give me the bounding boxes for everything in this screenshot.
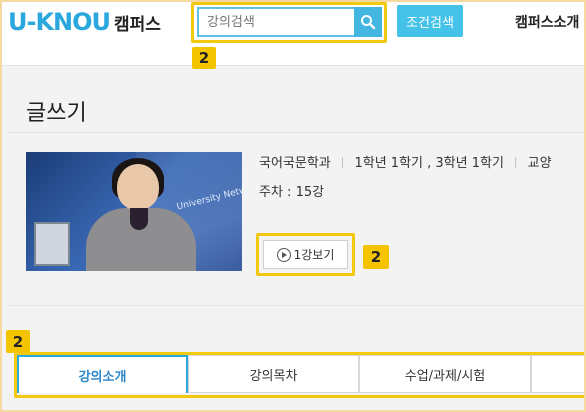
course-category: 교양	[527, 156, 552, 171]
thumbnail-lecturer-face	[117, 164, 159, 210]
play-label: 1강보기	[293, 248, 335, 262]
course-department: 국어국문학과	[259, 156, 331, 171]
annotation-badge-search: 2	[192, 47, 216, 69]
search-input[interactable]	[197, 7, 355, 37]
course-title: 글쓰기	[26, 101, 87, 126]
play-circle-icon	[276, 247, 291, 262]
site-logo[interactable]: U-KNOU 캠퍼스	[8, 8, 161, 36]
tab-more[interactable]	[531, 355, 586, 393]
divider	[8, 132, 586, 133]
course-weeks: 주차 : 15강	[259, 185, 325, 200]
nav-campus-intro[interactable]: 캠퍼스소개	[515, 12, 579, 32]
tab-class-assignment-exam[interactable]: 수업/과제/시험	[359, 355, 531, 393]
condition-search-button[interactable]: 조건검색	[397, 5, 463, 37]
site-header: U-KNOU 캠퍼스 조건검색 캠퍼스소개	[0, 0, 586, 66]
course-grade-term: 1학년 1학기 , 3학년 1학기	[354, 156, 504, 171]
meta-separator: |	[340, 155, 345, 168]
annotation-badge-play: 2	[363, 245, 389, 269]
annotation-badge-tabs: 2	[6, 330, 30, 353]
tab-course-contents[interactable]: 강의목차	[188, 355, 359, 393]
search-icon	[361, 15, 376, 30]
logo-mark: U-KNOU	[8, 8, 111, 36]
play-first-lecture-button[interactable]: 1강보기	[263, 240, 348, 269]
thumbnail-lecturer-collar	[130, 208, 148, 230]
logo-sub: 캠퍼스	[114, 14, 161, 35]
meta-separator: |	[513, 155, 518, 168]
thumbnail-monitor	[34, 222, 70, 266]
course-meta: 국어국문학과 | 1학년 1학기 , 3학년 1학기 | 교양	[259, 152, 552, 171]
search-button[interactable]	[354, 7, 382, 37]
divider	[8, 305, 586, 306]
lecture-thumbnail[interactable]: University Netw	[26, 152, 242, 271]
tab-course-intro[interactable]: 강의소개	[17, 355, 188, 393]
